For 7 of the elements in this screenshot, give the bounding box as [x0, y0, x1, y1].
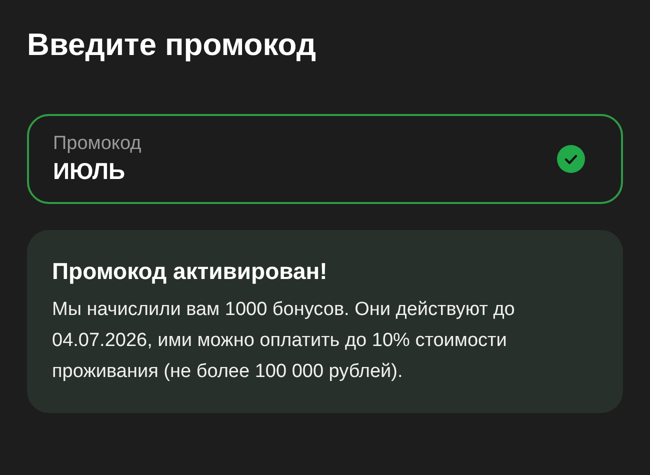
promo-code-field[interactable]: Промокод ИЮЛЬ — [27, 114, 623, 204]
check-icon — [557, 145, 585, 173]
field-value: ИЮЛЬ — [53, 157, 126, 186]
card-title: Промокод активирован! — [52, 257, 328, 286]
page-title: Введите промокод — [27, 26, 318, 64]
card-message: Мы начислили вам 1000 бонусов. Они действуют до 04.07.2026, ими можно оплатить до 10% стоимости проживания (не более 100 000 рублей). — [52, 298, 516, 384]
field-label: Промокод — [53, 132, 142, 156]
